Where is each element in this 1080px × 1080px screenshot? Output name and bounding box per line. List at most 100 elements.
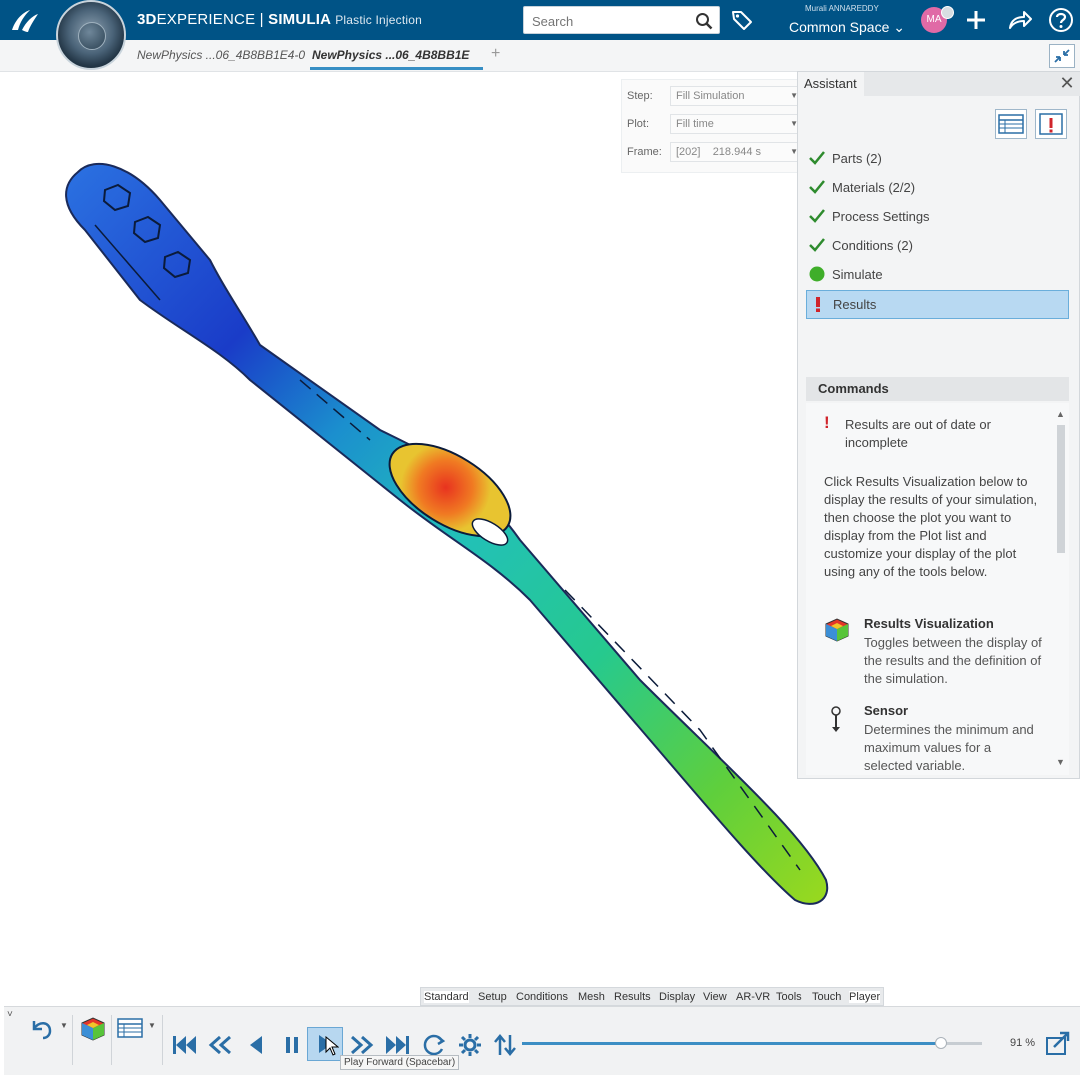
- toolbar-divider: [72, 1015, 73, 1065]
- table-dropdown-icon[interactable]: ▼: [148, 1021, 156, 1030]
- add-tab-icon[interactable]: +: [491, 45, 500, 63]
- step-label: Materials (2/2): [832, 180, 916, 195]
- play-backward-icon[interactable]: [242, 1031, 270, 1059]
- green-circle-icon: [809, 266, 825, 282]
- action-bar-section-tabs: Standard Setup Conditions Mesh Results D…: [420, 987, 884, 1006]
- table-icon[interactable]: [116, 1015, 144, 1043]
- close-icon[interactable]: ✕: [1059, 74, 1075, 92]
- tab-ar-vr[interactable]: AR-VR: [736, 991, 770, 1003]
- timeline-progress: [522, 1042, 941, 1045]
- help-icon[interactable]: [1048, 7, 1074, 33]
- undo-icon[interactable]: [28, 1015, 56, 1043]
- fast-backward-icon[interactable]: [206, 1031, 234, 1059]
- step-results[interactable]: Results: [806, 290, 1069, 319]
- tab-tools[interactable]: Tools: [776, 991, 802, 1003]
- results-visualization-title[interactable]: Results Visualization: [864, 616, 994, 631]
- assistant-header: Assistant ✕: [798, 72, 1080, 96]
- step-simulate[interactable]: Simulate: [806, 261, 1069, 288]
- scroll-down-icon[interactable]: ▼: [1056, 757, 1065, 767]
- plot-select[interactable]: Fill time ▼: [670, 114, 802, 134]
- collapse-arrows-icon: [1054, 49, 1070, 63]
- search-icon[interactable]: [695, 12, 713, 30]
- assistant-title[interactable]: Assistant: [798, 72, 864, 96]
- plot-label: Plot:: [627, 118, 650, 130]
- table-icon: [998, 114, 1024, 134]
- search-input[interactable]: [524, 7, 694, 35]
- sensor-desc: Determines the minimum and maximum value…: [864, 722, 1034, 773]
- exclamation-icon: [816, 297, 820, 312]
- step-select[interactable]: Fill Simulation ▼: [670, 86, 802, 106]
- toolbar-divider: [162, 1015, 163, 1065]
- tab-newphysics-1[interactable]: NewPhysics ...06_4B8BB1E4-0: [137, 48, 305, 62]
- warning-icon: !: [824, 413, 830, 432]
- commands-header: Commands: [806, 377, 1069, 401]
- timeline-thumb[interactable]: [934, 1037, 947, 1049]
- tab-touch[interactable]: Touch: [812, 991, 841, 1003]
- app-title: 3DEXPERIENCE | SIMULIA Plastic Injection: [137, 11, 422, 28]
- app-name: Plastic Injection: [335, 13, 422, 27]
- action-bar: ˅ ▼ ▼ 91 %: [4, 1006, 1080, 1075]
- settings-gear-icon[interactable]: [456, 1031, 484, 1059]
- frame-row: Frame: [202] 218.944 s ▼: [627, 142, 802, 162]
- toolbar-divider: [111, 1015, 112, 1065]
- tab-player[interactable]: Player: [849, 991, 881, 1003]
- zoom-percentage: 91 %: [1010, 1037, 1036, 1049]
- mouse-cursor-icon: [325, 1036, 339, 1056]
- expand-chevron-icon[interactable]: ˅: [7, 1009, 13, 1020]
- up-down-arrows-icon[interactable]: [491, 1031, 519, 1059]
- instructions-text: Click Results Visualization below to dis…: [824, 474, 1038, 579]
- pause-icon[interactable]: [278, 1031, 306, 1059]
- tab-results[interactable]: Results: [614, 991, 651, 1003]
- tab-setup[interactable]: Setup: [478, 991, 507, 1003]
- step-label: Simulate: [832, 267, 883, 282]
- sensor-title[interactable]: Sensor: [864, 703, 908, 718]
- user-menu[interactable]: Murali ANNAREDDY Common Space ⌄: [787, 3, 917, 37]
- assistant-panel: Assistant ✕ Parts (2) Materials (2/2) Pr…: [797, 71, 1080, 779]
- compass-widget[interactable]: [56, 0, 126, 70]
- commands-body: ! Results are out of date or incomplete …: [806, 403, 1069, 775]
- results-selection-panel: Step: Fill Simulation ▼ Plot: Fill time ▼ …: [621, 79, 802, 173]
- tab-newphysics-2[interactable]: NewPhysics ...06_4B8BB1E: [312, 48, 469, 62]
- results-visualization-desc: Toggles between the display of the resul…: [864, 635, 1042, 686]
- step-process-settings[interactable]: Process Settings: [806, 203, 1069, 230]
- tab-view[interactable]: View: [703, 991, 727, 1003]
- top-bar: 3DEXPERIENCE | SIMULIA Plastic Injection …: [0, 0, 1080, 40]
- results-visualization-icon[interactable]: [822, 616, 852, 644]
- tab-mesh[interactable]: Mesh: [578, 991, 605, 1003]
- status-dot-icon: [941, 6, 954, 19]
- results-visualization-toggle-icon[interactable]: [79, 1015, 107, 1043]
- plus-icon[interactable]: [964, 8, 988, 32]
- step-conditions[interactable]: Conditions (2): [806, 232, 1069, 259]
- tab-standard[interactable]: Standard: [424, 991, 469, 1003]
- collaborative-space[interactable]: Common Space ⌄: [789, 19, 905, 36]
- undo-dropdown-icon[interactable]: ▼: [60, 1021, 68, 1030]
- step-label: Conditions (2): [832, 238, 913, 253]
- commands-scrollbar[interactable]: ▲ ▼: [1055, 409, 1065, 767]
- step-label: Results: [833, 297, 877, 312]
- scroll-thumb[interactable]: [1057, 425, 1065, 553]
- step-parts[interactable]: Parts (2): [806, 145, 1069, 172]
- tab-display[interactable]: Display: [659, 991, 695, 1003]
- checkmark-icon: [809, 180, 825, 194]
- first-frame-icon[interactable]: [170, 1031, 198, 1059]
- step-row: Step: Fill Simulation ▼: [627, 86, 802, 106]
- compass-center-icon[interactable]: [78, 22, 106, 50]
- dassault-logo-icon[interactable]: [8, 4, 42, 36]
- warning-text: Results are out of date or incomplete: [845, 417, 991, 450]
- frame-select[interactable]: [202] 218.944 s ▼: [670, 142, 802, 162]
- tab-conditions[interactable]: Conditions: [516, 991, 568, 1003]
- checkmark-icon: [809, 151, 825, 165]
- scroll-up-icon[interactable]: ▲: [1056, 409, 1065, 419]
- timeline-slider[interactable]: [522, 1037, 982, 1049]
- sensor-icon[interactable]: [826, 705, 846, 733]
- search-field[interactable]: [523, 6, 720, 35]
- step-materials[interactable]: Materials (2/2): [806, 174, 1069, 201]
- table-view-button[interactable]: [995, 109, 1027, 139]
- share-icon[interactable]: [1007, 8, 1033, 32]
- alert-button[interactable]: [1035, 109, 1067, 139]
- step-label: Parts (2): [832, 151, 882, 166]
- export-icon[interactable]: [1044, 1029, 1072, 1057]
- collapse-button[interactable]: [1049, 44, 1075, 68]
- tag-icon[interactable]: [730, 8, 754, 32]
- toothbrush-model[interactable]: [65, 163, 829, 905]
